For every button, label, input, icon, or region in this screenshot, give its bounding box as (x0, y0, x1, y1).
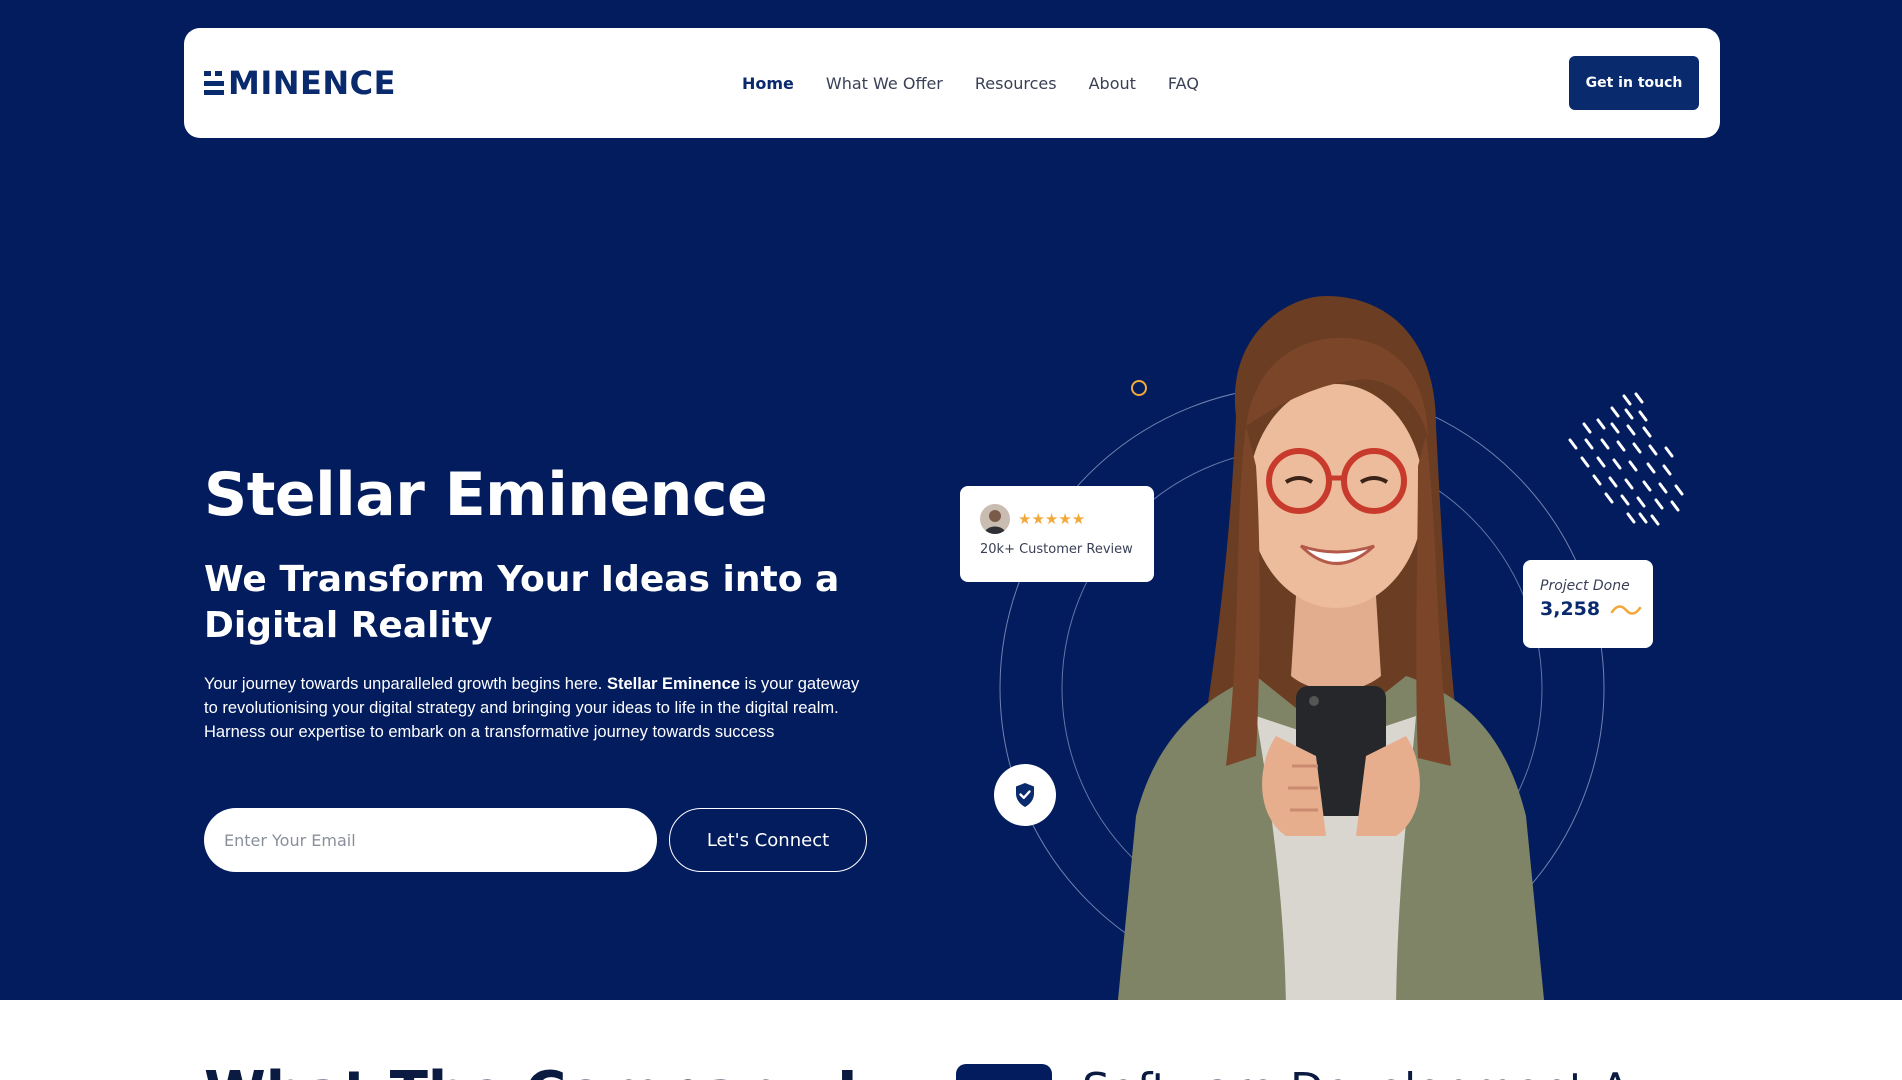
nav-item-resources[interactable]: Resources (975, 74, 1057, 93)
services-tab-active[interactable] (956, 1064, 1052, 1080)
shield-check-icon (1016, 783, 1034, 807)
woman-with-phone-image (1117, 296, 1545, 1000)
services-section: What The Company I Software Development … (0, 1000, 1902, 1080)
get-in-touch-button[interactable]: Get in touch (1569, 56, 1699, 110)
hero-title: Stellar Eminence (204, 460, 768, 530)
logo[interactable]: MINENCE (204, 64, 397, 102)
services-tab-label: Software Development A (1082, 1064, 1630, 1080)
logo-mark-icon (204, 71, 226, 95)
services-heading: What The Company I (204, 1060, 858, 1080)
hero-desc-part1: Your journey towards unparalleled growth… (204, 675, 607, 693)
email-input[interactable] (204, 808, 657, 872)
project-done-card: Project Done 3,258 (1523, 560, 1653, 648)
dash-pattern-decoration (1568, 392, 1684, 526)
squiggle-icon (1610, 605, 1642, 615)
reviewer-avatar (980, 504, 1010, 534)
hero-desc-bold: Stellar Eminence (606, 675, 740, 693)
nav-item-faq[interactable]: FAQ (1168, 74, 1199, 93)
navbar: MINENCE Home What We Offer Resources Abo… (184, 28, 1720, 138)
nav-item-what-we-offer[interactable]: What We Offer (826, 74, 943, 93)
project-done-value: 3,258 (1540, 598, 1601, 620)
main-nav: Home What We Offer Resources About FAQ (742, 28, 1199, 138)
hero-description: Your journey towards unparalleled growth… (204, 672, 864, 744)
hero-section: MINENCE Home What We Offer Resources Abo… (0, 0, 1902, 1000)
project-done-label: Project Done (1540, 578, 1630, 594)
star-rating: ★★★★★ (1018, 510, 1085, 528)
shield-badge (994, 764, 1056, 826)
lets-connect-button[interactable]: Let's Connect (669, 808, 867, 872)
star-icon: ★★★★★ (1018, 510, 1086, 528)
hero-subtitle: We Transform Your Ideas into a Digital R… (204, 559, 840, 646)
customer-review-card: ★★★★★ 20k+ Customer Review (960, 486, 1154, 582)
nav-item-home[interactable]: Home (742, 74, 794, 93)
nav-item-about[interactable]: About (1089, 74, 1136, 93)
review-count-text: 20k+ Customer Review (980, 542, 1133, 557)
hero-illustration: ★★★★★ 20k+ Customer Review Project Done … (960, 280, 1720, 1000)
logo-text: MINENCE (228, 64, 397, 102)
